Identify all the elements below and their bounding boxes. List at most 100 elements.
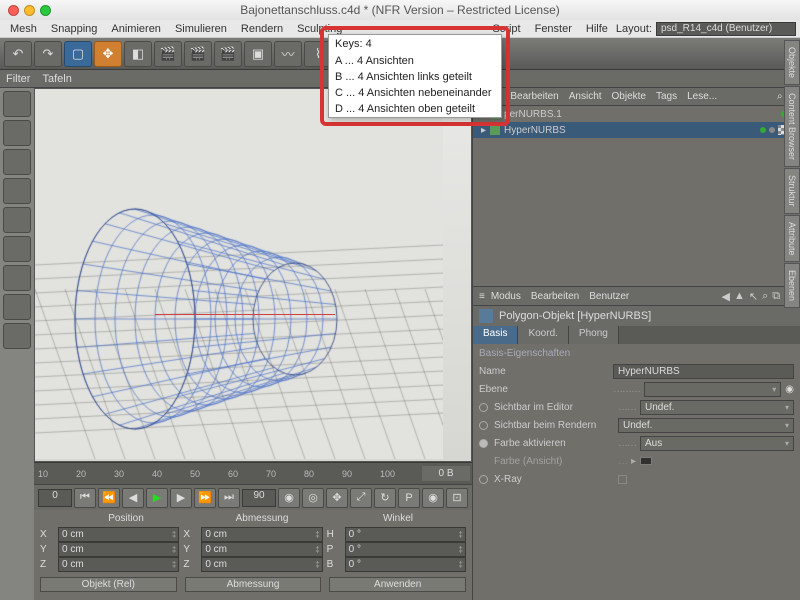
coord-size-Z[interactable]: 0 cm	[201, 557, 322, 572]
dock-tab[interactable]: Content Browser	[784, 86, 800, 167]
om-lesezeichen[interactable]: Lese...	[687, 91, 717, 102]
key-pos-button[interactable]: ✥	[326, 488, 348, 508]
render-pv-button[interactable]: 🎬	[184, 41, 212, 67]
menu-fenster[interactable]: Fenster	[529, 23, 578, 35]
step-back-button[interactable]: ⏪	[98, 488, 120, 508]
step-fwd-button[interactable]: ⏩	[194, 488, 216, 508]
menu-rendern[interactable]: Rendern	[235, 23, 289, 35]
am-benutzer[interactable]: Benutzer	[589, 291, 629, 302]
key-pla-button[interactable]: ◉	[422, 488, 444, 508]
om-bearbeiten[interactable]: Bearbeiten	[510, 91, 558, 102]
go-end-button[interactable]: ⏭	[218, 488, 240, 508]
keys-popup[interactable]: Keys: 4 A ... 4 Ansichten B ... 4 Ansich…	[328, 34, 502, 118]
next-frame-button[interactable]: ▶	[170, 488, 192, 508]
coord-size-button[interactable]: Abmessung	[185, 577, 322, 592]
dock-tab[interactable]: Struktur	[784, 168, 800, 214]
go-start-button[interactable]: ⏮	[74, 488, 96, 508]
coord-apply-button[interactable]: Anwenden	[329, 577, 466, 592]
anim-dot-icon[interactable]	[479, 403, 488, 412]
dock-tab[interactable]: Objekte	[784, 40, 800, 85]
select-tool[interactable]: ▢	[64, 41, 92, 67]
search-icon[interactable]: ⌕	[762, 290, 768, 303]
prop-render-vis-field[interactable]: Undef.	[618, 418, 794, 433]
coord-size-Y[interactable]: 0 cm	[201, 542, 322, 557]
prev-frame-button[interactable]: ◀	[122, 488, 144, 508]
coord-rot-B[interactable]: 0 °	[345, 557, 466, 572]
menu-mesh[interactable]: Mesh	[4, 23, 43, 35]
axis-z[interactable]	[3, 323, 31, 349]
record-button[interactable]: ◉	[278, 488, 300, 508]
axis-y[interactable]	[3, 294, 31, 320]
popup-item[interactable]: B ... 4 Ansichten links geteilt	[329, 69, 501, 85]
tab-basis[interactable]: Basis	[473, 326, 518, 344]
coord-rot-P[interactable]: 0 °	[345, 542, 466, 557]
coord-mode-button[interactable]: Objekt (Rel)	[40, 577, 177, 592]
model-mode[interactable]	[3, 91, 31, 117]
tab-koord[interactable]: Koord.	[518, 326, 568, 344]
prop-editor-vis-field[interactable]: Undef.	[640, 400, 794, 415]
om-ansicht[interactable]: Ansicht	[569, 91, 602, 102]
coord-size-X[interactable]: 0 cm	[201, 527, 322, 542]
om-objekte[interactable]: Objekte	[612, 91, 646, 102]
coord-rot-H[interactable]: 0 °	[345, 527, 466, 542]
coord-pos-Y[interactable]: 0 cm	[58, 542, 179, 557]
render-view-button[interactable]: 🎬	[154, 41, 182, 67]
anim-dot-icon[interactable]	[479, 439, 488, 448]
render-settings-button[interactable]: 🎬	[214, 41, 242, 67]
play-button[interactable]: ▶	[146, 488, 168, 508]
tafeln-menu[interactable]: Tafeln	[42, 73, 71, 85]
am-bearbeiten[interactable]: Bearbeiten	[531, 291, 579, 302]
object-mode[interactable]	[3, 149, 31, 175]
key-all-button[interactable]: ⊡	[446, 488, 468, 508]
zoom-icon[interactable]	[40, 5, 51, 16]
prim-button[interactable]: ◧	[124, 41, 152, 67]
prop-usecolor-field[interactable]: Aus	[640, 436, 794, 451]
newwindow-icon[interactable]: ⧉	[772, 290, 780, 303]
object-row[interactable]: ▸ HyperNURBS	[473, 122, 800, 138]
menu-snapping[interactable]: Snapping	[45, 23, 104, 35]
popup-item[interactable]: D ... 4 Ansichten oben geteilt	[329, 101, 501, 117]
nav-back-icon[interactable]: ◀	[722, 290, 730, 303]
anim-dot-icon[interactable]	[479, 421, 488, 430]
menu-simulieren[interactable]: Simulieren	[169, 23, 233, 35]
object-manager-list[interactable]: ▸ perNURBS.1 ▸ HyperNURBS	[473, 106, 800, 286]
menu-hilfe[interactable]: Hilfe	[580, 23, 614, 35]
texture-mode[interactable]	[3, 120, 31, 146]
redo-button[interactable]: ↷	[34, 41, 62, 67]
tab-phong[interactable]: Phong	[569, 326, 619, 344]
point-mode[interactable]	[3, 178, 31, 204]
om-tags[interactable]: Tags	[656, 91, 677, 102]
xray-checkbox[interactable]	[618, 475, 627, 484]
axis-x[interactable]	[3, 265, 31, 291]
timeline-ruler[interactable]: 10 20 30 40 50 60 70 80 90 100 0 B	[34, 462, 472, 484]
key-scale-button[interactable]: ⤢	[350, 488, 372, 508]
coord-pos-X[interactable]: 0 cm	[58, 527, 179, 542]
anim-dot-icon[interactable]	[479, 475, 488, 484]
nav-up-icon[interactable]: ▲	[734, 290, 745, 303]
coord-pos-Z[interactable]: 0 cm	[58, 557, 179, 572]
chevron-right-icon[interactable]: ▸	[631, 456, 636, 467]
layout-dropdown[interactable]: psd_R14_c4d (Benutzer)	[656, 22, 796, 36]
frame-start[interactable]: 0	[38, 489, 72, 507]
move-tool[interactable]: ✥	[94, 41, 122, 67]
nav-upleft-icon[interactable]: ↖	[749, 290, 758, 303]
object-row[interactable]: ▸ perNURBS.1	[473, 106, 800, 122]
cube-button[interactable]: ▣	[244, 41, 272, 67]
perspective-viewport[interactable]	[34, 88, 472, 462]
am-modus[interactable]: Modus	[491, 291, 521, 302]
search-icon[interactable]: ⌕	[777, 91, 783, 102]
popup-item[interactable]: C ... 4 Ansichten nebeneinander	[329, 85, 501, 101]
filter-menu[interactable]: Filter	[6, 73, 30, 85]
frame-end[interactable]: 90	[242, 489, 276, 507]
key-param-button[interactable]: P	[398, 488, 420, 508]
undo-button[interactable]: ↶	[4, 41, 32, 67]
key-rot-button[interactable]: ↻	[374, 488, 396, 508]
popup-item[interactable]: A ... 4 Ansichten	[329, 53, 501, 69]
dock-tab[interactable]: Ebenen	[784, 263, 800, 308]
menu-animieren[interactable]: Animieren	[105, 23, 167, 35]
layer-picker-icon[interactable]: ◉	[785, 384, 794, 395]
prop-name-field[interactable]: HyperNURBS	[613, 364, 794, 379]
prop-ebene-field[interactable]	[644, 382, 781, 397]
dock-tab[interactable]: Attribute	[784, 215, 800, 263]
spline-button[interactable]: 〰	[274, 41, 302, 67]
